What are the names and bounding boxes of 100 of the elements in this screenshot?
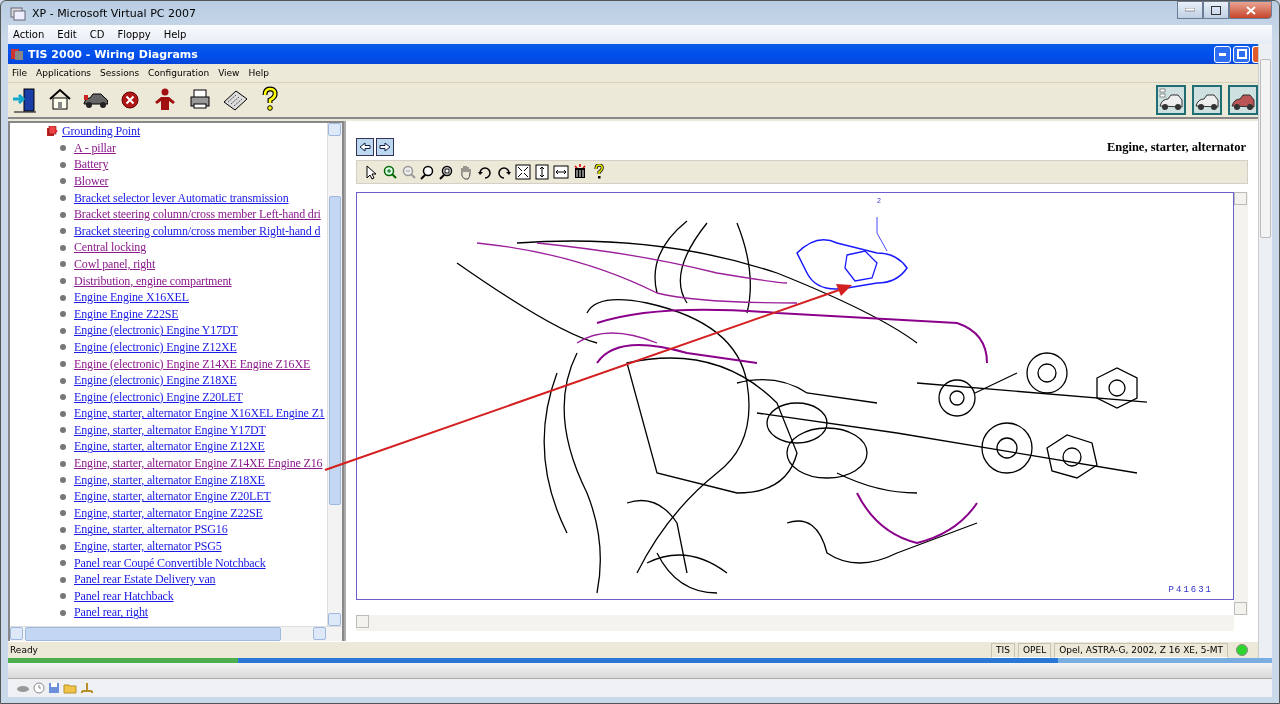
tree-link[interactable]: Engine, starter, alternator Engine Z14XE Engine Z16 xyxy=(74,456,323,472)
bullet-icon xyxy=(60,576,66,583)
tree-link[interactable]: Grounding Point xyxy=(62,124,141,139)
tree-link[interactable]: Engine (electronic) Engine Z14XE Engine Z16XE xyxy=(74,356,311,372)
tree-link[interactable]: Engine, starter, alternator Engine Z22SE xyxy=(74,505,263,521)
exit-door-icon[interactable] xyxy=(12,86,38,114)
bullet-icon xyxy=(60,311,66,318)
tree-link[interactable]: Engine, starter, alternator Engine Z18XE xyxy=(74,472,265,488)
bullet-icon xyxy=(60,394,66,401)
bullet-icon xyxy=(60,444,66,450)
menu-item[interactable]: Applications xyxy=(36,68,92,78)
vertical-scrollbar[interactable] xyxy=(327,123,342,626)
bullet-icon xyxy=(60,145,66,152)
tree-link[interactable]: Engine, starter, alternator Engine X16XEL Engine Z1 xyxy=(74,406,325,422)
tree-link[interactable]: Engine (electronic) Engine Z12XE xyxy=(74,339,237,355)
tree-link[interactable]: Engine (electronic) Engine Z20LET xyxy=(74,389,243,405)
maximize-button[interactable] xyxy=(1203,1,1229,19)
forward-button[interactable] xyxy=(376,138,394,156)
window-title: TIS 2000 - Wiring Diagrams xyxy=(28,47,198,61)
tree-link[interactable]: Blower xyxy=(74,174,109,189)
bullet-icon xyxy=(60,526,66,533)
highlight-icon[interactable] xyxy=(572,164,588,180)
tree-link[interactable]: Distribution, engine compartment xyxy=(74,273,232,289)
tree-link[interactable]: Panel rear, right xyxy=(74,605,148,621)
network-icon xyxy=(80,682,94,694)
menu-item[interactable]: File xyxy=(12,68,28,78)
menu-item[interactable]: Action xyxy=(13,29,45,40)
vertical-scrollbar[interactable] xyxy=(1258,44,1272,658)
menu-item[interactable]: Configuration xyxy=(148,68,210,78)
menu-item[interactable]: Edit xyxy=(57,29,77,40)
tree-link[interactable]: Engine, starter, alternator PSG5 xyxy=(74,539,222,555)
app-icon xyxy=(10,47,24,61)
tree-link[interactable]: Engine Engine X16XEL xyxy=(74,290,189,306)
tree-link[interactable]: Bracket steering column/cross member Left-hand dri xyxy=(74,207,321,223)
tree-link[interactable]: Panel rear Coupé Convertible Notchback xyxy=(74,555,266,571)
forward-arrow-icon xyxy=(379,142,391,152)
tree-link[interactable]: Panel rear Hatchback xyxy=(74,588,174,604)
rotate-left-icon[interactable] xyxy=(477,164,493,180)
fit-height-icon[interactable] xyxy=(534,164,550,180)
menu-item[interactable]: Floppy xyxy=(117,29,151,40)
bullet-icon xyxy=(60,294,66,301)
menu-item[interactable]: Help xyxy=(163,29,187,40)
bullet-icon xyxy=(60,195,66,202)
car-front-icon[interactable] xyxy=(1192,85,1222,115)
bullet-icon xyxy=(60,361,66,367)
fit-width-icon[interactable] xyxy=(553,164,569,180)
tree-link[interactable]: Bracket selector lever Automatic transmission xyxy=(74,190,289,206)
menu-item[interactable]: CD xyxy=(89,29,105,40)
tree-link[interactable]: Engine Engine Z22SE xyxy=(74,306,179,322)
status-pane: Opel, ASTRA-G, 2002, Z 16 XE, 5-MT xyxy=(1054,642,1228,658)
status-pane: TIS xyxy=(991,642,1015,658)
bullet-icon xyxy=(60,261,66,268)
bullet-icon xyxy=(60,327,66,334)
tree-link[interactable]: A - pillar xyxy=(74,140,116,156)
fit-page-icon[interactable] xyxy=(515,164,531,180)
tree-link[interactable]: Bracket steering column/cross member Right-hand d xyxy=(74,223,321,239)
tree-link[interactable]: Cowl panel, right xyxy=(74,256,156,272)
bullet-icon xyxy=(60,161,66,168)
pointer-icon[interactable] xyxy=(363,164,379,180)
tree-link[interactable]: Engine (electronic) Engine Z18XE xyxy=(74,373,237,389)
vertical-scrollbar[interactable] xyxy=(1234,192,1248,615)
rotate-right-icon[interactable] xyxy=(496,164,512,180)
horizontal-scrollbar[interactable] xyxy=(356,615,1234,631)
maximize-icon xyxy=(1211,5,1221,15)
tree-link[interactable]: Engine, starter, alternator PSG16 xyxy=(74,522,228,538)
zoom-window-icon[interactable] xyxy=(439,164,455,180)
horizontal-scrollbar[interactable] xyxy=(8,663,1272,679)
tree-link[interactable]: Engine, starter, alternator Engine Y17DT xyxy=(74,422,266,438)
figure-number: P41631 xyxy=(1168,585,1213,595)
bullet-icon xyxy=(60,543,66,550)
tree-link[interactable]: Engine, starter, alternator Engine Z12XE xyxy=(74,439,265,455)
maximize-icon xyxy=(1236,49,1247,59)
bullet-icon xyxy=(60,377,66,384)
bullet-icon xyxy=(60,244,66,251)
minimize-icon xyxy=(1185,8,1195,12)
tree-link[interactable]: Engine (electronic) Engine Y17DT xyxy=(74,323,238,339)
status-message: Ready xyxy=(10,645,39,655)
close-button[interactable] xyxy=(1229,1,1272,19)
bullet-icon xyxy=(60,410,66,417)
hand-icon[interactable] xyxy=(458,164,474,180)
tree-link[interactable]: Engine, starter, alternator Engine Z20LET xyxy=(74,489,271,505)
menu-item[interactable]: Help xyxy=(248,68,269,78)
zoom-in-icon[interactable] xyxy=(382,164,398,180)
back-arrow-icon xyxy=(359,142,371,152)
bullet-icon xyxy=(60,510,66,517)
menu-item[interactable]: Sessions xyxy=(100,68,140,78)
tree-link[interactable]: Central locking xyxy=(74,240,147,256)
car-list-icon[interactable] xyxy=(1156,85,1186,115)
car-side-icon[interactable] xyxy=(1228,85,1258,115)
bullet-icon xyxy=(60,178,66,185)
clock-icon xyxy=(33,682,45,694)
menu-item[interactable]: View xyxy=(218,68,240,78)
bullet-icon xyxy=(60,493,66,500)
search-icon[interactable] xyxy=(420,164,436,180)
bullet-icon xyxy=(60,211,66,218)
bullet-icon xyxy=(60,560,66,567)
tree-link[interactable]: Battery xyxy=(74,157,109,173)
tree-link[interactable]: Panel rear Estate Delivery van xyxy=(74,572,216,588)
back-button[interactable] xyxy=(356,138,374,156)
minimize-button[interactable] xyxy=(1177,1,1203,19)
